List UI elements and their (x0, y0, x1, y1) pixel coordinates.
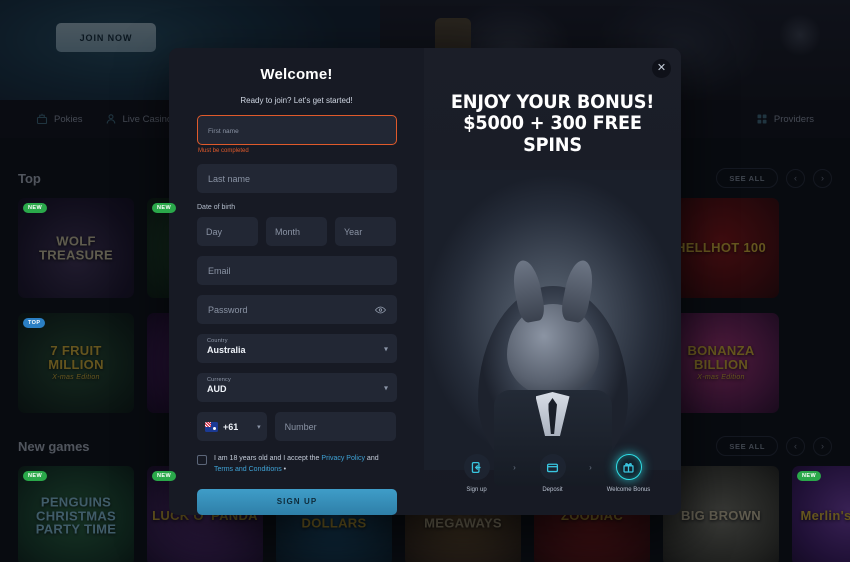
country-value: Australia (207, 345, 246, 355)
bonus-step-label: Sign up (466, 487, 487, 493)
phone-number-input[interactable] (284, 421, 386, 432)
login-icon (463, 454, 490, 480)
bonus-step-label: Deposit (542, 487, 563, 493)
game-badge: NEW (152, 203, 177, 213)
consent-text-and: and (364, 455, 379, 462)
step-arrow-icon: › (589, 463, 592, 472)
gift-icon (615, 454, 642, 480)
bonus-step[interactable]: Sign up (444, 454, 510, 493)
consent-text: I am 18 years old and I accept the Priva… (214, 454, 396, 476)
modal-subtitle: Ready to join? Let's get started! (240, 96, 353, 105)
bonus-step[interactable]: Deposit (520, 454, 586, 493)
signup-button[interactable]: SIGN UP (197, 488, 397, 515)
dob-month-field[interactable] (266, 217, 327, 246)
game-badge: TOP (23, 318, 46, 328)
bonus-step[interactable]: Welcome Bonus (596, 454, 662, 493)
modal-title: Welcome! (260, 66, 333, 83)
bonus-headline: ENJOY YOUR BONUS! $5000 + 300 FREE SPINS (433, 48, 672, 156)
country-code-value: +61 (223, 421, 239, 432)
first-name-field[interactable] (197, 115, 397, 145)
bonus-step-label: Welcome Bonus (606, 487, 651, 493)
consent-row: I am 18 years old and I accept the Priva… (197, 454, 396, 476)
game-badge: NEW (23, 471, 48, 481)
password-field[interactable] (197, 295, 397, 324)
rabbit-ear-right (558, 258, 597, 324)
game-badge: NEW (797, 471, 822, 481)
last-name-input[interactable] (208, 173, 386, 184)
dob-year-input[interactable] (344, 226, 387, 237)
password-input[interactable] (208, 304, 386, 315)
bonus-headline-line1: ENJOY YOUR BONUS! (450, 91, 655, 113)
currency-value: AUD (207, 384, 227, 394)
bonus-headline-line2: $5000 + 300 FREE (463, 112, 642, 135)
country-code-select[interactable]: +61 ▾ (197, 412, 267, 441)
country-select[interactable]: Country Australia ▾ (197, 334, 397, 363)
dob-day-input[interactable] (206, 226, 249, 237)
email-input[interactable] (208, 265, 386, 276)
currency-select[interactable]: Currency AUD ▾ (197, 373, 397, 402)
last-name-field[interactable] (197, 164, 397, 193)
bonus-steps: Sign up › Deposit › Welcome Bonus (424, 454, 681, 493)
country-label: Country (207, 338, 228, 344)
signup-form: Welcome! Ready to join? Let's get starte… (169, 48, 424, 515)
consent-checkbox[interactable] (197, 455, 207, 465)
page-root: JOIN NOW Pokies Live Casino (0, 0, 850, 562)
game-badge: NEW (152, 471, 177, 481)
chevron-down-icon: ▾ (257, 423, 261, 431)
phone-number-field[interactable] (274, 412, 396, 441)
dob-label: Date of birth (197, 204, 236, 211)
first-name-error: Must be completed (198, 148, 249, 154)
email-field[interactable] (197, 256, 397, 285)
currency-label: Currency (207, 377, 231, 383)
australia-flag-icon (205, 421, 218, 432)
consent-text-tail: • (281, 465, 287, 473)
dob-day-field[interactable] (197, 217, 258, 246)
phone-row: +61 ▾ (197, 412, 396, 441)
consent-text-part1: I am 18 years old and I accept the (214, 455, 322, 462)
chevron-down-icon: ▾ (383, 383, 388, 392)
close-icon[interactable]: ✕ (652, 59, 671, 78)
dob-year-field[interactable] (335, 217, 396, 246)
chevron-down-icon: ▾ (383, 344, 388, 353)
game-badge: NEW (23, 203, 48, 213)
rabbit-head (506, 258, 599, 396)
first-name-input[interactable] (208, 125, 386, 135)
rabbit-artwork (424, 170, 681, 486)
terms-link[interactable]: Terms and Conditions (214, 466, 282, 473)
bonus-panel: ENJOY YOUR BONUS! $5000 + 300 FREE SPINS (424, 48, 681, 515)
step-arrow-icon: › (513, 463, 516, 472)
bonus-headline-line3: SPINS (523, 133, 582, 156)
rabbit-ear-left (508, 258, 547, 324)
privacy-policy-link[interactable]: Privacy Policy (321, 455, 365, 462)
eye-icon[interactable] (375, 304, 386, 315)
dob-row (197, 213, 396, 246)
rabbit-body (477, 258, 628, 486)
dob-month-input[interactable] (275, 226, 318, 237)
signup-modal: ✕ Welcome! Ready to join? Let's get star… (169, 48, 681, 515)
card-icon (539, 454, 566, 480)
